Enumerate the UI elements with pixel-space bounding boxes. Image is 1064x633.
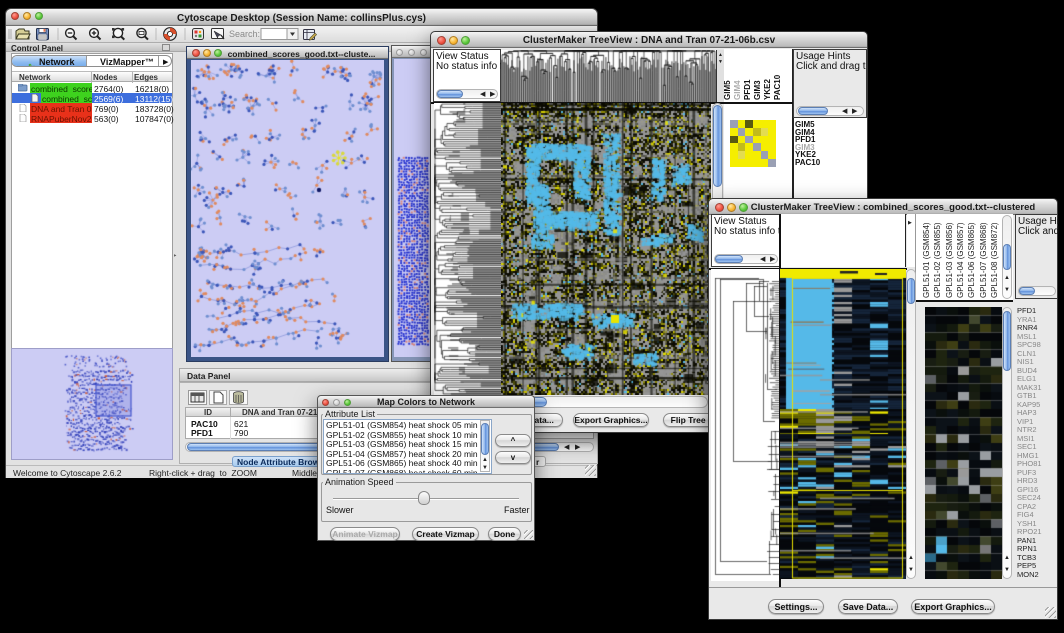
svg-text:Search:: Search: [229, 29, 260, 39]
